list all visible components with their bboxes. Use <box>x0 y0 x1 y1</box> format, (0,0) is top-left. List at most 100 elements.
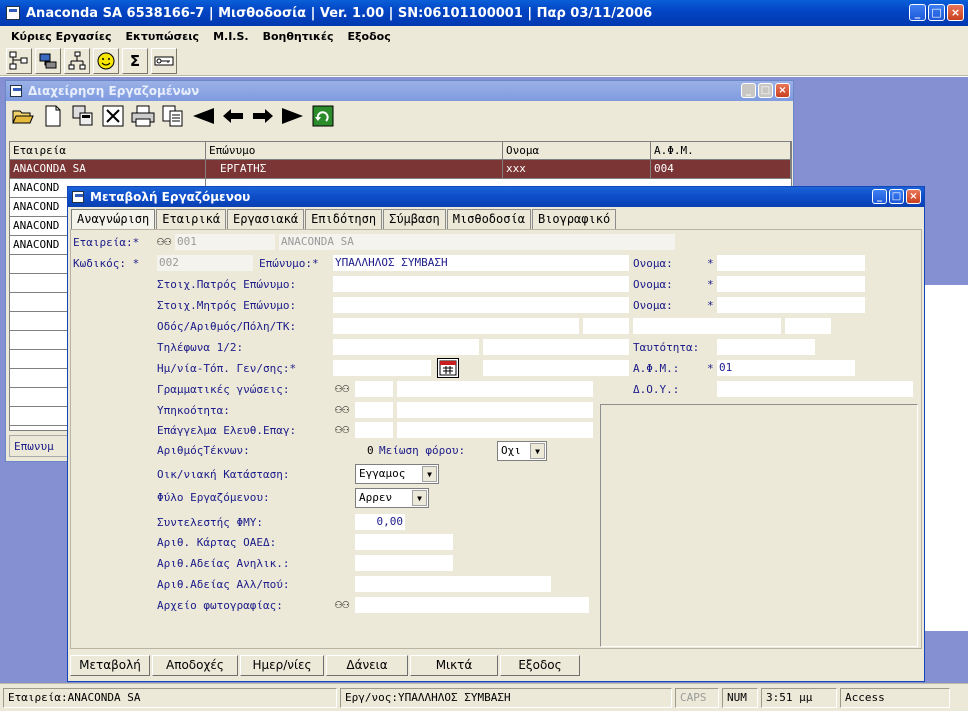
oaed-card-field[interactable] <box>355 534 453 550</box>
father-name-field[interactable] <box>717 276 865 292</box>
network-icon[interactable] <box>35 47 61 74</box>
tax-reduction-select[interactable]: Οχι ▼ <box>497 441 547 461</box>
father-surname-field[interactable] <box>333 276 629 292</box>
language-code-field[interactable] <box>355 381 393 397</box>
edit-windows-icon[interactable] <box>69 103 96 130</box>
birth-date-field[interactable] <box>333 360 431 376</box>
binoculars-icon[interactable]: ⚇⚇ <box>335 422 349 436</box>
earnings-button[interactable]: Αποδοχές <box>152 655 238 676</box>
postal-code-field[interactable] <box>785 318 831 334</box>
table-row[interactable]: ANACONDA SA ΕΡΓΑΤΗΣ xxx 004 <box>10 160 791 179</box>
binoculars-icon[interactable]: ⚇⚇ <box>335 381 349 395</box>
modify-button[interactable]: Μεταβολή <box>70 655 150 676</box>
child-minimize-button[interactable]: _ <box>741 83 756 98</box>
calendar-icon[interactable] <box>437 358 459 378</box>
next-record-icon[interactable] <box>249 103 276 130</box>
tax-office-field[interactable] <box>717 381 913 397</box>
menu-mis[interactable]: M.I.S. <box>206 30 256 43</box>
tab-identification[interactable]: Αναγνώριση <box>71 209 156 230</box>
employee-toolbar <box>6 101 793 131</box>
marital-status-select[interactable]: Εγγαμος ▼ <box>355 464 439 484</box>
binoculars-icon[interactable]: ⚇⚇ <box>335 402 349 416</box>
employee-edit-title: Μεταβολή Εργαζόμενου <box>90 190 251 204</box>
menu-helpers[interactable]: Βοηθητικές <box>256 30 341 43</box>
menu-prints[interactable]: Εκτυπώσεις <box>119 30 207 43</box>
column-header-company[interactable]: Εταιρεία <box>10 142 206 159</box>
tab-subsidy[interactable]: Επιδότηση <box>305 209 383 229</box>
surname-field[interactable]: ΥΠΑΛΛΗΛΟΣ ΣΥΜΒΑΣΗ <box>333 255 629 271</box>
refresh-icon[interactable] <box>309 103 336 130</box>
id-card-field[interactable] <box>717 339 815 355</box>
maximize-button[interactable]: □ <box>928 4 945 21</box>
open-folder-icon[interactable] <box>9 103 36 130</box>
gender-select[interactable]: Αρρεν ▼ <box>355 488 429 508</box>
foreign-permit-field[interactable] <box>355 576 551 592</box>
tab-cv[interactable]: Βιογραφικό <box>531 209 617 229</box>
key-icon[interactable] <box>151 47 177 74</box>
last-record-icon[interactable] <box>279 103 306 130</box>
citizenship-desc-field[interactable] <box>397 402 593 418</box>
minor-permit-field[interactable] <box>355 555 453 571</box>
exit-button[interactable]: Εξοδος <box>500 655 580 676</box>
first-record-icon[interactable] <box>189 103 216 130</box>
photo-file-field[interactable] <box>355 597 589 613</box>
sigma-icon[interactable]: Σ <box>122 47 148 74</box>
tree-icon[interactable] <box>64 47 90 74</box>
org-chart-icon[interactable] <box>6 47 32 74</box>
tab-payroll[interactable]: Μισθοδοσία <box>446 209 531 229</box>
mother-surname-label: Στοιχ.Μητρός Επώνυμο: <box>157 299 297 312</box>
binoculars-icon[interactable]: ⚇⚇ <box>335 597 349 611</box>
smiley-icon[interactable] <box>93 47 119 74</box>
delete-icon[interactable] <box>99 103 126 130</box>
child-close-button[interactable]: × <box>775 83 790 98</box>
column-header-name[interactable]: Ονομα <box>503 142 651 159</box>
column-header-surname[interactable]: Επώνυμο <box>206 142 503 159</box>
binoculars-icon[interactable]: ⚇⚇ <box>157 234 171 248</box>
city-field[interactable] <box>633 318 781 334</box>
afm-field[interactable]: 01 <box>717 360 855 376</box>
phone1-field[interactable] <box>333 339 479 355</box>
copy-icon[interactable] <box>159 103 186 130</box>
children-count-value[interactable]: 0 <box>367 444 374 457</box>
new-document-icon[interactable] <box>39 103 66 130</box>
chevron-down-icon[interactable]: ▼ <box>412 490 427 506</box>
child-maximize-button[interactable]: □ <box>758 83 773 98</box>
mother-surname-field[interactable] <box>333 297 629 313</box>
mother-name-field[interactable] <box>717 297 865 313</box>
tab-company[interactable]: Εταιρικά <box>156 209 227 229</box>
name-field[interactable] <box>717 255 865 271</box>
close-button[interactable]: × <box>947 4 964 21</box>
child-minimize-button[interactable]: _ <box>872 189 887 204</box>
menu-main-tasks[interactable]: Κύριες Εργασίες <box>4 30 119 43</box>
print-icon[interactable] <box>129 103 156 130</box>
company-name-field[interactable]: ANACONDA SA <box>279 234 675 250</box>
number-field[interactable] <box>583 318 629 334</box>
language-desc-field[interactable] <box>397 381 593 397</box>
code-field[interactable]: 002 <box>157 255 253 271</box>
child-close-button[interactable]: × <box>906 189 921 204</box>
phone2-field[interactable] <box>483 339 629 355</box>
birth-place-field[interactable] <box>483 360 629 376</box>
fmy-rate-field[interactable]: 0,00 <box>355 514 405 530</box>
column-header-afm[interactable]: Α.Φ.Μ. <box>651 142 791 159</box>
cell-company: ANACONDA SA <box>10 160 206 178</box>
gender-label: Φύλο Εργαζόμενου: <box>157 491 270 504</box>
company-code-field[interactable]: 001 <box>175 234 275 250</box>
profession-code-field[interactable] <box>355 422 393 438</box>
menu-bar: Κύριες Εργασίες Εκτυπώσεις M.I.S. Βοηθητ… <box>0 26 968 46</box>
chevron-down-icon[interactable]: ▼ <box>422 466 437 482</box>
minimize-button[interactable]: _ <box>909 4 926 21</box>
profession-desc-field[interactable] <box>397 422 593 438</box>
loans-button[interactable]: Δάνεια <box>326 655 408 676</box>
street-field[interactable] <box>333 318 579 334</box>
tab-work[interactable]: Εργασιακά <box>227 209 305 229</box>
citizenship-code-field[interactable] <box>355 402 393 418</box>
previous-record-icon[interactable] <box>219 103 246 130</box>
menu-exit[interactable]: Εξοδος <box>341 30 398 43</box>
child-maximize-button[interactable]: □ <box>889 189 904 204</box>
tab-contract[interactable]: Σύμβαση <box>383 209 446 229</box>
dates-button[interactable]: Ημερ/νίες <box>240 655 324 676</box>
mixed-button[interactable]: Μικτά <box>410 655 498 676</box>
chevron-down-icon[interactable]: ▼ <box>530 443 545 459</box>
id-card-label: Ταυτότητα: <box>633 341 700 354</box>
